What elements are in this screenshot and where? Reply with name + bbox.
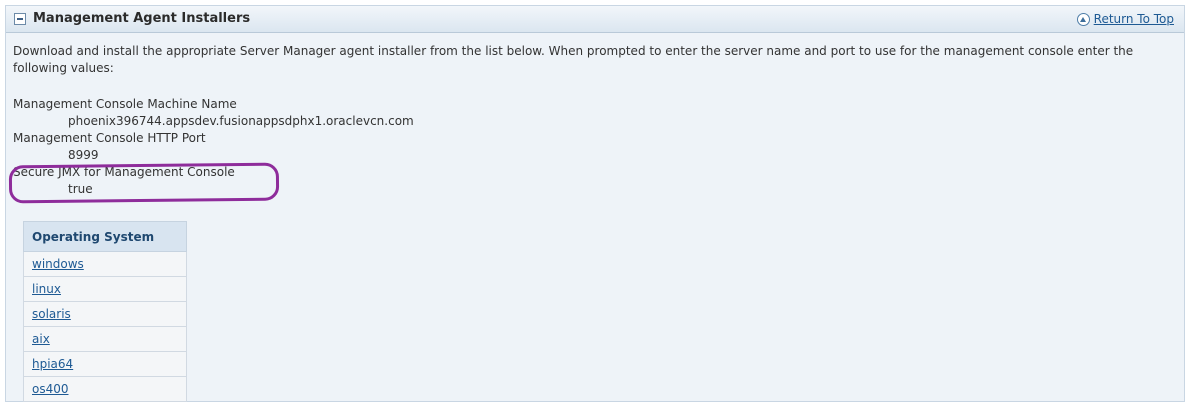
- table-row: linux: [23, 276, 187, 302]
- section-title: Management Agent Installers: [33, 11, 251, 26]
- table-row: os400: [23, 376, 187, 402]
- table-row: aix: [23, 326, 187, 352]
- os-link-windows[interactable]: windows: [32, 257, 84, 271]
- os-link-os400[interactable]: os400: [32, 382, 69, 396]
- http-port-value: 8999: [68, 148, 99, 162]
- machine-name-label: Management Console Machine Name: [13, 97, 237, 111]
- return-to-top-control[interactable]: Return To Top: [1076, 11, 1174, 27]
- return-to-top-link[interactable]: Return To Top: [1094, 12, 1174, 26]
- machine-name-value: phoenix396744.appsdev.fusionappsdphx1.or…: [68, 114, 414, 128]
- os-link-linux[interactable]: linux: [32, 282, 61, 296]
- intro-text: Download and install the appropriate Ser…: [13, 44, 1134, 75]
- http-port-label: Management Console HTTP Port: [13, 131, 206, 145]
- table-row: solaris: [23, 301, 187, 327]
- collapse-icon[interactable]: [14, 13, 26, 25]
- highlight-annotation: [8, 162, 280, 204]
- section-header: Management Agent Installers Return To To…: [6, 6, 1184, 33]
- os-link-hpia64[interactable]: hpia64: [32, 357, 73, 371]
- table-row: windows: [23, 251, 187, 277]
- table-row: hpia64: [23, 351, 187, 377]
- operating-system-header: Operating System: [23, 221, 187, 252]
- operating-system-table: Operating System windows linux solaris a…: [23, 221, 187, 402]
- os-link-aix[interactable]: aix: [32, 332, 50, 346]
- chevron-up-icon[interactable]: [1076, 12, 1090, 26]
- os-link-solaris[interactable]: solaris: [32, 307, 71, 321]
